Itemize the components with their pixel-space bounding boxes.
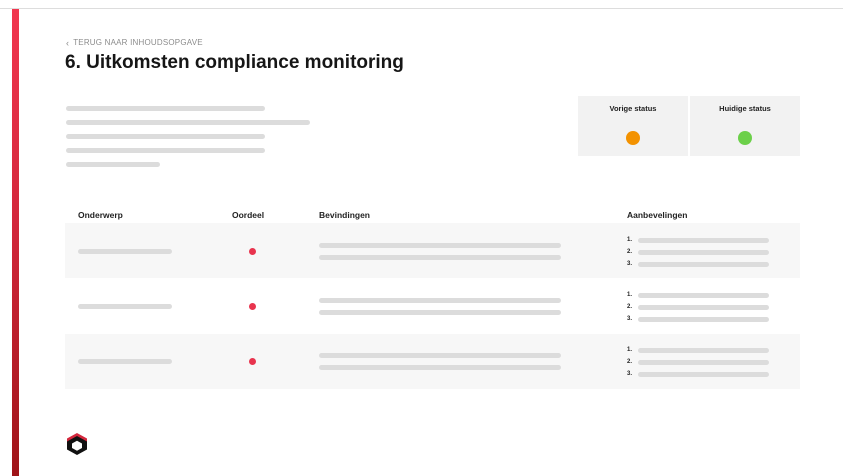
bevinding-placeholder: [319, 255, 561, 260]
bevinding-placeholder: [319, 353, 561, 358]
recommendation-number: 2.: [627, 249, 633, 255]
back-link-label: TERUG NAAR INHOUDSOPGAVE: [73, 38, 203, 47]
table-row: 1. 2. 3.: [65, 223, 800, 278]
bevinding-placeholder: [319, 298, 561, 303]
text-line-placeholder: [66, 120, 310, 125]
recommendation-placeholder: [638, 238, 769, 243]
recommendation-placeholder: [638, 360, 769, 365]
recommendation-number: 3.: [627, 316, 633, 322]
recommendation-placeholder: [638, 262, 769, 267]
oordeel-indicator: [249, 358, 256, 365]
text-line-placeholder: [66, 162, 160, 167]
recommendation-placeholder: [638, 250, 769, 255]
page-title: 6. Uitkomsten compliance monitoring: [65, 52, 404, 73]
column-header-aanbevelingen: Aanbevelingen: [627, 210, 688, 220]
bevinding-placeholder: [319, 243, 561, 248]
text-line-placeholder: [66, 148, 265, 153]
recommendation-placeholder: [638, 305, 769, 310]
recommendation-placeholder: [638, 348, 769, 353]
accent-bar: [12, 9, 19, 476]
onderwerp-placeholder: [78, 249, 172, 254]
table-row: 1. 2. 3.: [65, 279, 800, 334]
previous-status-box: Vorige status: [578, 96, 688, 156]
hexagon-logo-icon: [67, 433, 87, 455]
oordeel-indicator: [249, 303, 256, 310]
recommendation-number: 1.: [627, 237, 633, 243]
recommendation-number: 3.: [627, 371, 633, 377]
column-header-oordeel: Oordeel: [232, 210, 265, 220]
text-line-placeholder: [66, 134, 265, 139]
recommendation-number: 2.: [627, 359, 633, 365]
bevinding-placeholder: [319, 310, 561, 315]
recommendation-number: 3.: [627, 261, 633, 267]
recommendation-number: 2.: [627, 304, 633, 310]
oordeel-indicator: [249, 248, 256, 255]
recommendation-placeholder: [638, 317, 769, 322]
bevinding-placeholder: [319, 365, 561, 370]
previous-status-indicator: [626, 131, 640, 145]
recommendation-placeholder: [638, 293, 769, 298]
back-to-toc-link[interactable]: ‹ TERUG NAAR INHOUDSOPGAVE: [66, 38, 203, 47]
previous-status-label: Vorige status: [609, 104, 657, 113]
table-row: 1. 2. 3.: [65, 334, 800, 389]
current-status-box: Huidige status: [690, 96, 800, 156]
current-status-indicator: [738, 131, 752, 145]
recommendation-placeholder: [638, 372, 769, 377]
recommendation-number: 1.: [627, 347, 633, 353]
text-line-placeholder: [66, 106, 265, 111]
column-header-bevindingen: Bevindingen: [319, 210, 371, 220]
column-header-onderwerp: Onderwerp: [78, 210, 123, 220]
onderwerp-placeholder: [78, 304, 172, 309]
current-status-label: Huidige status: [719, 104, 771, 113]
chevron-left-icon: ‹: [66, 37, 70, 48]
recommendation-number: 1.: [627, 292, 633, 298]
onderwerp-placeholder: [78, 359, 172, 364]
top-divider: [0, 8, 843, 9]
